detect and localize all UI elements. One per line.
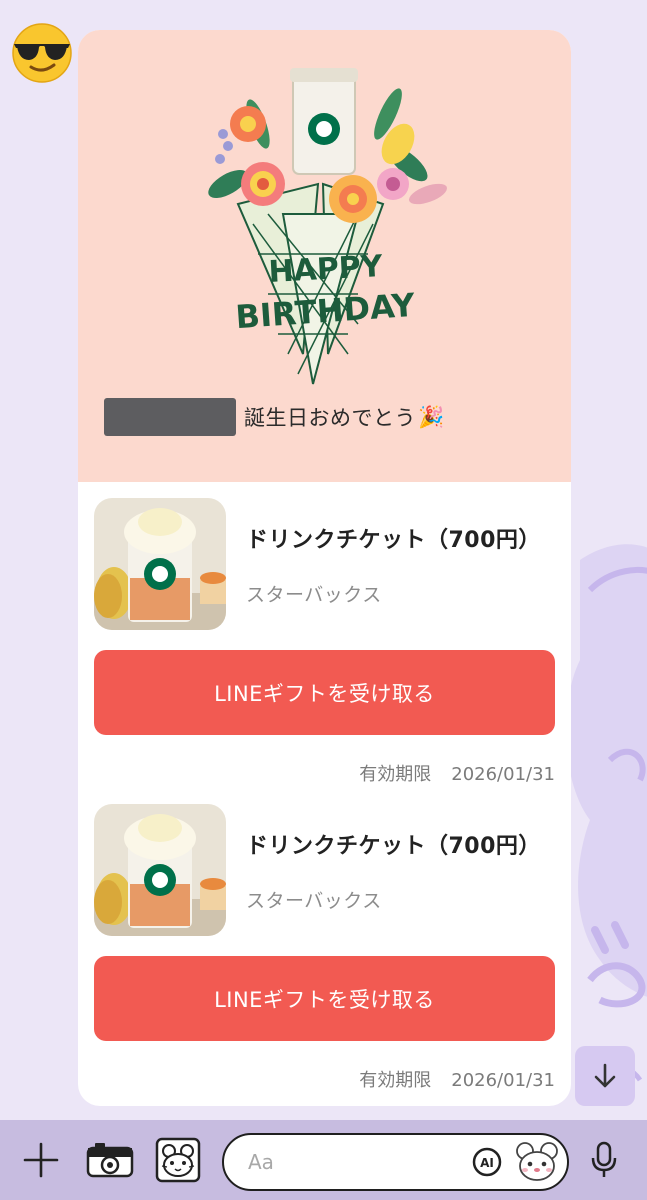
gift-item: ドリンクチケット（700円） スターバックス LINEギフトを受け取る 有効期限… <box>78 482 571 788</box>
birthday-message: 誕生日おめでとう 🎉 <box>104 396 445 438</box>
receive-gift-button[interactable]: LINEギフトを受け取る <box>94 650 555 735</box>
gift-item: ドリンクチケット（700円） スターバックス LINEギフトを受け取る 有効期限… <box>78 788 571 1094</box>
gift-brand: スターバックス <box>246 584 382 606</box>
microphone-button[interactable] <box>584 1120 624 1200</box>
gift-brand: スターバックス <box>246 890 382 912</box>
microphone-icon <box>591 1141 617 1177</box>
expiry-label: 有効期限 <box>359 1070 432 1091</box>
sticker-button[interactable] <box>154 1120 202 1200</box>
gift-expiry: 有効期限 2026/01/31 <box>359 1066 555 1092</box>
gift-title: ドリンクチケット（700円） <box>246 834 541 859</box>
mouse-sticker-icon[interactable] <box>514 1139 560 1185</box>
plus-icon <box>23 1142 59 1178</box>
expiry-date: 2026/01/31 <box>451 764 555 785</box>
camera-button[interactable] <box>84 1120 136 1200</box>
ai-label: AI <box>480 1156 494 1170</box>
scroll-to-bottom-button[interactable] <box>575 1046 635 1106</box>
message-input-placeholder: Aa <box>248 1150 274 1174</box>
gift-message-card: HAPPY BIRTHDAY 誕生日おめでとう 🎉 ドリンクチケット（700円）… <box>78 30 571 1106</box>
happy-text: HAPPY <box>268 249 385 290</box>
expiry-date: 2026/01/31 <box>451 1070 555 1091</box>
sunglasses-emoji-icon[interactable] <box>10 20 74 84</box>
gift-title: ドリンクチケット（700円） <box>246 528 541 553</box>
redacted-name <box>104 398 236 436</box>
birthday-text: BIRTHDAY <box>234 286 417 336</box>
ai-assistant-icon[interactable]: AI <box>472 1147 502 1177</box>
frappuccino-thumbnail <box>94 498 226 630</box>
gift-expiry: 有効期限 2026/01/31 <box>359 760 555 786</box>
expiry-label: 有効期限 <box>359 764 432 785</box>
party-popper-icon: 🎉 <box>418 404 445 429</box>
birthday-card-header: HAPPY BIRTHDAY 誕生日おめでとう 🎉 <box>78 30 571 482</box>
receive-gift-button[interactable]: LINEギフトを受け取る <box>94 956 555 1041</box>
message-input[interactable]: Aa AI <box>222 1133 569 1191</box>
message-text: 誕生日おめでとう <box>244 406 416 430</box>
plus-button[interactable] <box>18 1120 64 1200</box>
sticker-icon <box>155 1137 201 1183</box>
birthday-bouquet-illustration: HAPPY BIRTHDAY <box>208 68 447 385</box>
arrow-down-icon <box>594 1063 616 1088</box>
frappuccino-thumbnail <box>94 804 226 936</box>
camera-icon <box>86 1143 134 1178</box>
